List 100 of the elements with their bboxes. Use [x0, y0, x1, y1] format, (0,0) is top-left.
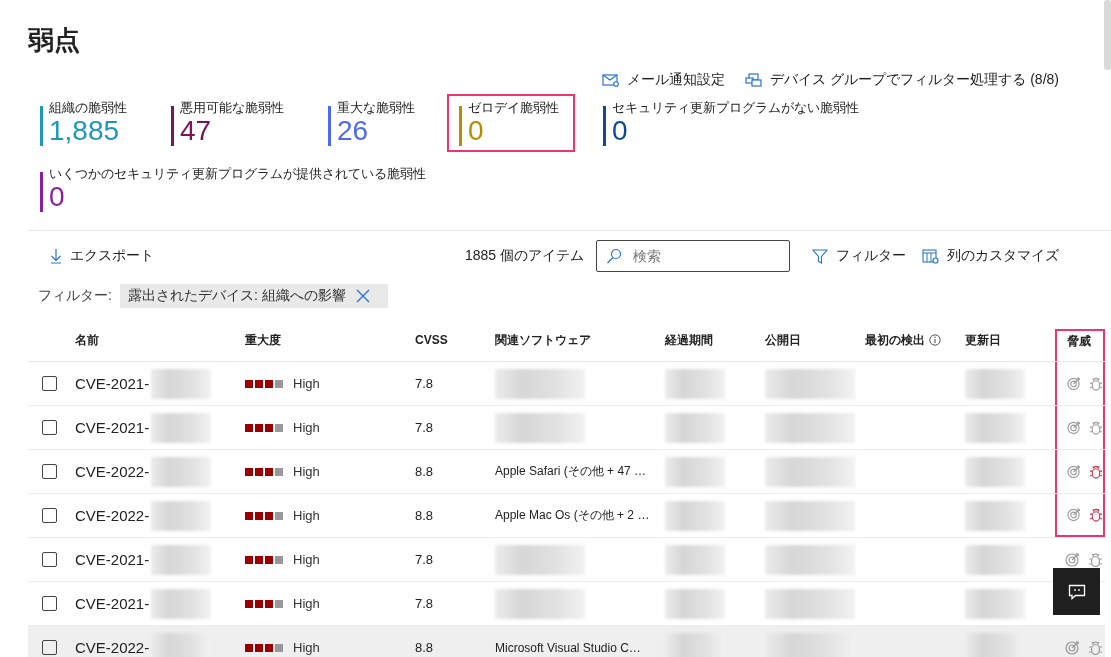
cvss-score: 8.8 [415, 508, 434, 523]
table-row[interactable]: CVE-2022- High 8.8 Apple Mac Os (その他 + 2 … [28, 494, 1105, 538]
row-checkbox[interactable] [42, 552, 57, 567]
scrollbar[interactable] [1104, 0, 1111, 70]
redacted-block [965, 412, 1025, 443]
redacted-block [151, 588, 212, 619]
device-group-filter-link[interactable]: デバイス グループでフィルター処理する (8/8) [745, 70, 1059, 90]
cve-id[interactable]: CVE-2022- [75, 507, 150, 524]
row-checkbox[interactable] [42, 376, 57, 391]
severity-meter [245, 423, 285, 432]
page-title: 弱点 [28, 24, 80, 56]
row-checkbox[interactable] [42, 464, 57, 479]
cve-id[interactable]: CVE-2022- [75, 463, 150, 480]
cvss-score: 7.8 [415, 552, 434, 567]
severity-meter [245, 555, 285, 564]
table-row[interactable]: CVE-2022- High 8.8 Microsoft Visual Studio C… [28, 626, 1105, 657]
severity-text: High [293, 464, 320, 479]
search-icon [606, 248, 622, 264]
filter-chip-text: 露出されたデバイス: 組織への影響 [127, 287, 346, 305]
cve-id[interactable]: CVE-2022- [75, 639, 150, 656]
redacted-block [151, 544, 212, 575]
row-checkbox[interactable] [42, 420, 57, 435]
table-row[interactable]: CVE-2021- High 7.8 [28, 362, 1105, 406]
redacted-block [965, 544, 1025, 575]
download-icon [50, 248, 62, 264]
table-row[interactable]: CVE-2021- High 7.8 [28, 582, 1105, 626]
severity-meter [245, 599, 285, 608]
column-header[interactable]: 重大度 [245, 329, 415, 361]
redacted-block [665, 412, 725, 443]
cve-id[interactable]: CVE-2021- [75, 419, 150, 436]
metric-label: 組織の脆弱性 [49, 100, 127, 116]
redacted-block [151, 368, 212, 399]
metric-value: 0 [49, 182, 66, 212]
metric-label: 重大な脆弱性 [337, 100, 415, 116]
severity-text: High [293, 420, 320, 435]
redacted-block [151, 412, 212, 443]
metric-card[interactable]: いくつかのセキュリティ更新プログラムが提供されている脆弱性 0 [28, 160, 892, 218]
mail-settings-link[interactable]: メール通知設定 [602, 70, 726, 90]
column-header[interactable]: 公開日 [765, 329, 865, 361]
devices-icon [745, 73, 763, 87]
filter-label: フィルター: [38, 287, 112, 305]
feedback-popup[interactable] [1053, 568, 1100, 615]
software-name: Apple Safari (その他 + 47 … [495, 463, 647, 480]
target-icon [1067, 376, 1081, 391]
metric-value: 47 [180, 116, 213, 146]
metric-card[interactable]: 重大な脆弱性 26 [316, 94, 431, 152]
export-button[interactable]: エクスポート [50, 247, 154, 265]
metric-card[interactable]: 組織の脆弱性 1,885 [28, 94, 143, 152]
row-checkbox[interactable] [42, 596, 57, 611]
redacted-block [151, 456, 212, 487]
column-header[interactable]: 名前 [75, 329, 245, 361]
redacted-block [965, 368, 1025, 399]
cve-id[interactable]: CVE-2021- [75, 551, 150, 568]
redacted-block [965, 588, 1025, 619]
redacted-block [665, 456, 725, 487]
severity-meter [245, 511, 285, 520]
column-header[interactable]: CVSS [415, 329, 495, 361]
column-header[interactable]: 関連ソフトウェア [495, 329, 665, 361]
redacted-block [151, 500, 212, 531]
severity-text: High [293, 552, 320, 567]
cvss-score: 7.8 [415, 596, 434, 611]
metric-value: 1,885 [49, 116, 121, 146]
target-icon [1067, 507, 1081, 522]
metric-card[interactable]: セキュリティ更新プログラムがない脆弱性 0 [591, 94, 875, 152]
metric-value: 26 [337, 116, 370, 146]
metric-card[interactable]: ゼロデイ脆弱性 0 [447, 94, 575, 152]
columns-settings-icon [922, 248, 939, 264]
metric-card[interactable]: 悪用可能な脆弱性 47 [159, 94, 300, 152]
redacted-block [665, 500, 725, 531]
table-row[interactable]: CVE-2021- High 7.8 [28, 538, 1105, 582]
filter-button[interactable]: フィルター [812, 247, 906, 265]
target-icon [1067, 464, 1081, 479]
filter-icon [812, 248, 828, 264]
table-row[interactable]: CVE-2021- High 7.8 [28, 406, 1105, 450]
column-header[interactable]: 更新日 [965, 329, 1055, 361]
severity-meter [245, 643, 285, 652]
search-field[interactable]: 検索 [596, 240, 790, 272]
redacted-block [665, 368, 725, 399]
cvss-score: 8.8 [415, 640, 434, 655]
redacted-block [965, 456, 1025, 487]
redacted-block [965, 500, 1025, 531]
severity-text: High [293, 640, 320, 655]
metric-label: ゼロデイ脆弱性 [468, 100, 559, 116]
row-checkbox[interactable] [42, 640, 57, 655]
target-icon [1067, 420, 1081, 435]
cve-id[interactable]: CVE-2021- [75, 375, 150, 392]
column-header[interactable]: 脅威 [1055, 329, 1105, 361]
software-name: Apple Mac Os (その他 + 2 … [495, 507, 650, 524]
mail-icon [602, 73, 620, 87]
column-header[interactable]: 最初の検出 [865, 329, 965, 361]
row-checkbox[interactable] [42, 508, 57, 523]
cvss-score: 7.8 [415, 420, 434, 435]
table-row[interactable]: CVE-2022- High 8.8 Apple Safari (その他 + 47 … [28, 450, 1105, 494]
close-icon[interactable] [355, 289, 370, 303]
column-header[interactable]: 経過期間 [665, 329, 765, 361]
customize-columns-button[interactable]: 列のカスタマイズ [922, 247, 1059, 265]
cvss-score: 7.8 [415, 376, 434, 391]
cve-id[interactable]: CVE-2021- [75, 595, 150, 612]
target-icon [1065, 552, 1080, 567]
severity-text: High [293, 376, 320, 391]
